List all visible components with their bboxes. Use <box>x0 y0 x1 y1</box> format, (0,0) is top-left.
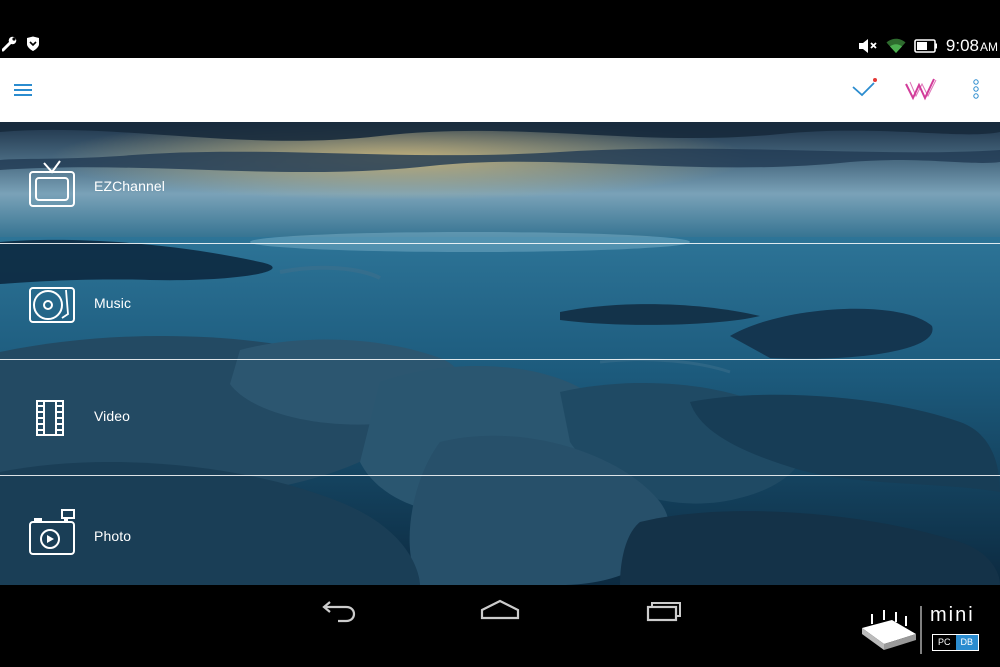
recent-apps-icon <box>646 602 681 622</box>
status-bar: 9:08AM <box>0 0 1000 58</box>
camera-icon <box>29 509 75 555</box>
back-icon <box>322 601 356 623</box>
navigation-bar <box>0 585 1000 667</box>
minipc-db-watermark: mini PC DB <box>858 600 1000 660</box>
status-left-icons <box>2 36 40 52</box>
w-logo-icon <box>905 78 937 101</box>
menu-item-music[interactable]: Music <box>0 244 1000 360</box>
shield-icon <box>27 36 39 51</box>
w-logo-button[interactable] <box>904 76 938 104</box>
menu-item-label: EZChannel <box>94 178 165 194</box>
battery-icon <box>914 39 937 53</box>
menu-item-label: Video <box>94 408 131 424</box>
menu-item-ezchannel[interactable]: EZChannel <box>0 122 1000 238</box>
watermark-pc-text: PC <box>938 637 951 647</box>
volume-muted-icon <box>858 39 877 53</box>
recent-apps-button[interactable] <box>640 597 684 625</box>
watermark-tag: PC DB <box>932 634 980 651</box>
back-button[interactable] <box>316 597 360 625</box>
check-notification-icon <box>852 78 877 97</box>
hamburger-menu-icon <box>14 84 32 96</box>
hamburger-menu-button[interactable] <box>12 78 38 102</box>
menu-item-label: Music <box>94 295 132 311</box>
menu-item-label: Photo <box>94 528 132 544</box>
overflow-menu-icon <box>973 79 979 99</box>
menu-item-photo[interactable]: Photo <box>0 476 1000 592</box>
status-time: 9:08AM <box>945 36 998 55</box>
film-strip-icon <box>36 400 64 436</box>
menu-item-video[interactable]: Video <box>0 360 1000 476</box>
wrench-icon <box>2 36 17 52</box>
status-right-icons: 9:08AM <box>858 36 998 56</box>
app-bar <box>0 58 1000 122</box>
overflow-menu-button[interactable] <box>964 76 988 104</box>
media-menu-list: EZChannel Music Video Photo <box>0 122 1000 585</box>
watermark-mini-text: mini <box>930 604 975 626</box>
music-disc-icon <box>29 287 75 323</box>
notification-check-button[interactable] <box>850 76 880 104</box>
wifi-icon <box>886 38 906 53</box>
minipc-device-logo <box>862 606 922 654</box>
home-icon <box>480 599 520 620</box>
tv-icon <box>29 160 75 207</box>
home-button[interactable] <box>478 597 522 625</box>
watermark-db-text: DB <box>955 635 979 650</box>
